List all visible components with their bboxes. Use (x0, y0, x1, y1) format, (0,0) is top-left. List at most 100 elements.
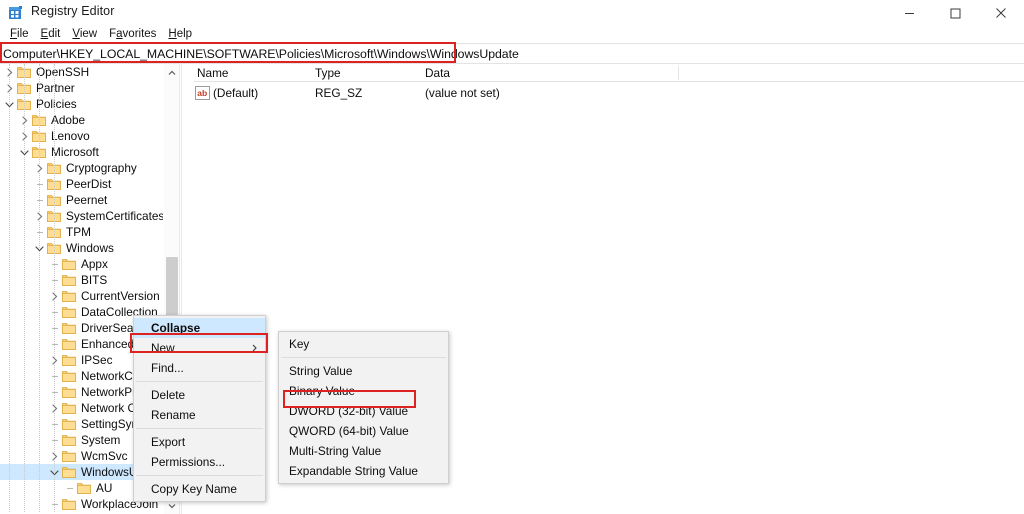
context-menu-item-rename[interactable]: Rename (134, 405, 265, 425)
svg-text:ab: ab (197, 88, 207, 98)
tree-guide-line (54, 64, 55, 512)
tree-item-tpm[interactable]: TPM (0, 224, 179, 240)
address-bar[interactable]: Computer\HKEY_LOCAL_MACHINE\SOFTWARE\Pol… (0, 43, 1024, 64)
cell-type: REG_SZ (315, 86, 363, 100)
new-submenu-item-expandable-string-value[interactable]: Expandable String Value (279, 461, 448, 481)
tree-guide-line (39, 64, 40, 512)
context-menu-item-label: Find... (151, 361, 184, 375)
menu-edit[interactable]: Edit (35, 26, 67, 43)
context-menu-item-label: Delete (151, 388, 186, 402)
new-submenu[interactable]: Key String Value Binary Value DWORD (32-bit… (278, 331, 449, 484)
title-bar: Registry Editor (0, 0, 1024, 26)
tree-item-label: OpenSSH (36, 65, 90, 79)
context-menu-item-export[interactable]: Export (134, 432, 265, 452)
tree-item-label: Microsoft (51, 145, 99, 159)
menu-view[interactable]: View (66, 26, 103, 43)
tree-item-currentversion[interactable]: CurrentVersion (0, 288, 179, 304)
context-menu-item-label: New (151, 341, 175, 355)
tree-item-label: Appx (81, 257, 108, 271)
menu-favorites[interactable]: Favorites (103, 26, 162, 43)
cell-name: (Default) (213, 86, 259, 100)
tree-item-openssh[interactable]: OpenSSH (0, 64, 179, 80)
tree-item-windows[interactable]: Windows (0, 240, 179, 256)
folder-icon (61, 336, 77, 352)
context-menu-item-label: Permissions... (151, 455, 226, 469)
new-submenu-item-dword-32-bit-value[interactable]: DWORD (32-bit) Value (279, 401, 448, 421)
window-controls (886, 0, 1024, 26)
tree-item-appx[interactable]: Appx (0, 256, 179, 272)
tree-item-lenovo[interactable]: Lenovo (0, 128, 179, 144)
window-title: Registry Editor (31, 4, 115, 18)
address-bar-container: Computer\HKEY_LOCAL_MACHINE\SOFTWARE\Pol… (0, 43, 1024, 64)
tree-item-label: SystemCertificates (66, 209, 165, 223)
tree-item-policies[interactable]: Policies (0, 96, 179, 112)
tree-item-label: IPSec (81, 353, 113, 367)
context-menu-item-collapse[interactable]: Collapse (134, 318, 265, 338)
column-divider[interactable] (678, 66, 679, 80)
tree-item-label: AU (96, 481, 113, 495)
new-submenu-item-string-value[interactable]: String Value (279, 361, 448, 381)
context-menu-item-new[interactable]: New (134, 338, 265, 358)
tree-item-label: CurrentVersion (81, 289, 160, 303)
tree-item-label: Cryptography (66, 161, 137, 175)
menu-file[interactable]: File (4, 26, 35, 43)
column-header-type[interactable]: Type (312, 64, 422, 82)
new-submenu-item-label: Multi-String Value (289, 444, 382, 458)
menu-separator (281, 357, 446, 358)
tree-item-adobe[interactable]: Adobe (0, 112, 179, 128)
context-menu-item-label: Rename (151, 408, 196, 422)
new-submenu-item-binary-value[interactable]: Binary Value (279, 381, 448, 401)
folder-icon (61, 352, 77, 368)
folder-icon (61, 320, 77, 336)
tree-item-label: TPM (66, 225, 91, 239)
tree-item-bits[interactable]: BITS (0, 272, 179, 288)
new-submenu-item-qword-64-bit-value[interactable]: QWORD (64-bit) Value (279, 421, 448, 441)
menu-separator (136, 381, 263, 382)
registry-editor-window: Registry Editor File Edit View Favorites… (0, 0, 1024, 514)
tree-item-cryptography[interactable]: Cryptography (0, 160, 179, 176)
tree-item-label: WcmSvc (81, 449, 128, 463)
registry-editor-icon (8, 5, 24, 21)
folder-icon (61, 464, 77, 480)
context-menu-item-delete[interactable]: Delete (134, 385, 265, 405)
new-submenu-item-key[interactable]: Key (279, 334, 448, 354)
menu-bar: File Edit View Favorites Help (0, 26, 1024, 43)
tree-item-label: Partner (36, 81, 75, 95)
tree-item-systemcertificates[interactable]: SystemCertificates (0, 208, 179, 224)
new-submenu-item-label: String Value (289, 364, 353, 378)
tree-item-peerdist[interactable]: PeerDist (0, 176, 179, 192)
tree-item-peernet[interactable]: Peernet (0, 192, 179, 208)
tree-item-partner[interactable]: Partner (0, 80, 179, 96)
context-menu-item-copy-key-name[interactable]: Copy Key Name (134, 479, 265, 499)
folder-icon (76, 480, 92, 496)
maximize-button[interactable] (932, 0, 978, 26)
context-menu-item-label: Copy Key Name (151, 482, 237, 496)
close-button[interactable] (978, 0, 1024, 26)
menu-separator (136, 428, 263, 429)
context-menu-item-permissions[interactable]: Permissions... (134, 452, 265, 472)
new-submenu-item-label: Expandable String Value (289, 464, 418, 478)
tree-guide-line (9, 64, 10, 512)
tree-item-label: Windows (66, 241, 114, 255)
table-row[interactable]: ab (Default) REG_SZ (value not set) (194, 83, 1024, 103)
column-header-data[interactable]: Data (422, 64, 682, 82)
new-submenu-item-label: DWORD (32-bit) Value (289, 404, 409, 418)
list-header: Name Type Data (194, 64, 1024, 82)
tree-guide-line (24, 64, 25, 512)
scroll-up-arrow[interactable] (164, 64, 179, 81)
tree-item-microsoft[interactable]: Microsoft (0, 144, 179, 160)
folder-icon (61, 272, 77, 288)
folder-icon (61, 256, 77, 272)
menu-help[interactable]: Help (162, 26, 198, 43)
folder-icon (61, 496, 77, 512)
tree-item-label: Peernet (66, 193, 108, 207)
minimize-button[interactable] (886, 0, 932, 26)
context-menu-item-label: Collapse (151, 321, 201, 335)
new-submenu-item-multi-string-value[interactable]: Multi-String Value (279, 441, 448, 461)
context-menu[interactable]: Collapse New Find... Delete Rename Export Perm… (133, 315, 266, 502)
context-menu-item-find[interactable]: Find... (134, 358, 265, 378)
string-value-icon: ab (195, 86, 210, 100)
tree-item-label: Lenovo (51, 129, 90, 143)
column-header-name[interactable]: Name (194, 64, 312, 82)
menu-separator (136, 475, 263, 476)
